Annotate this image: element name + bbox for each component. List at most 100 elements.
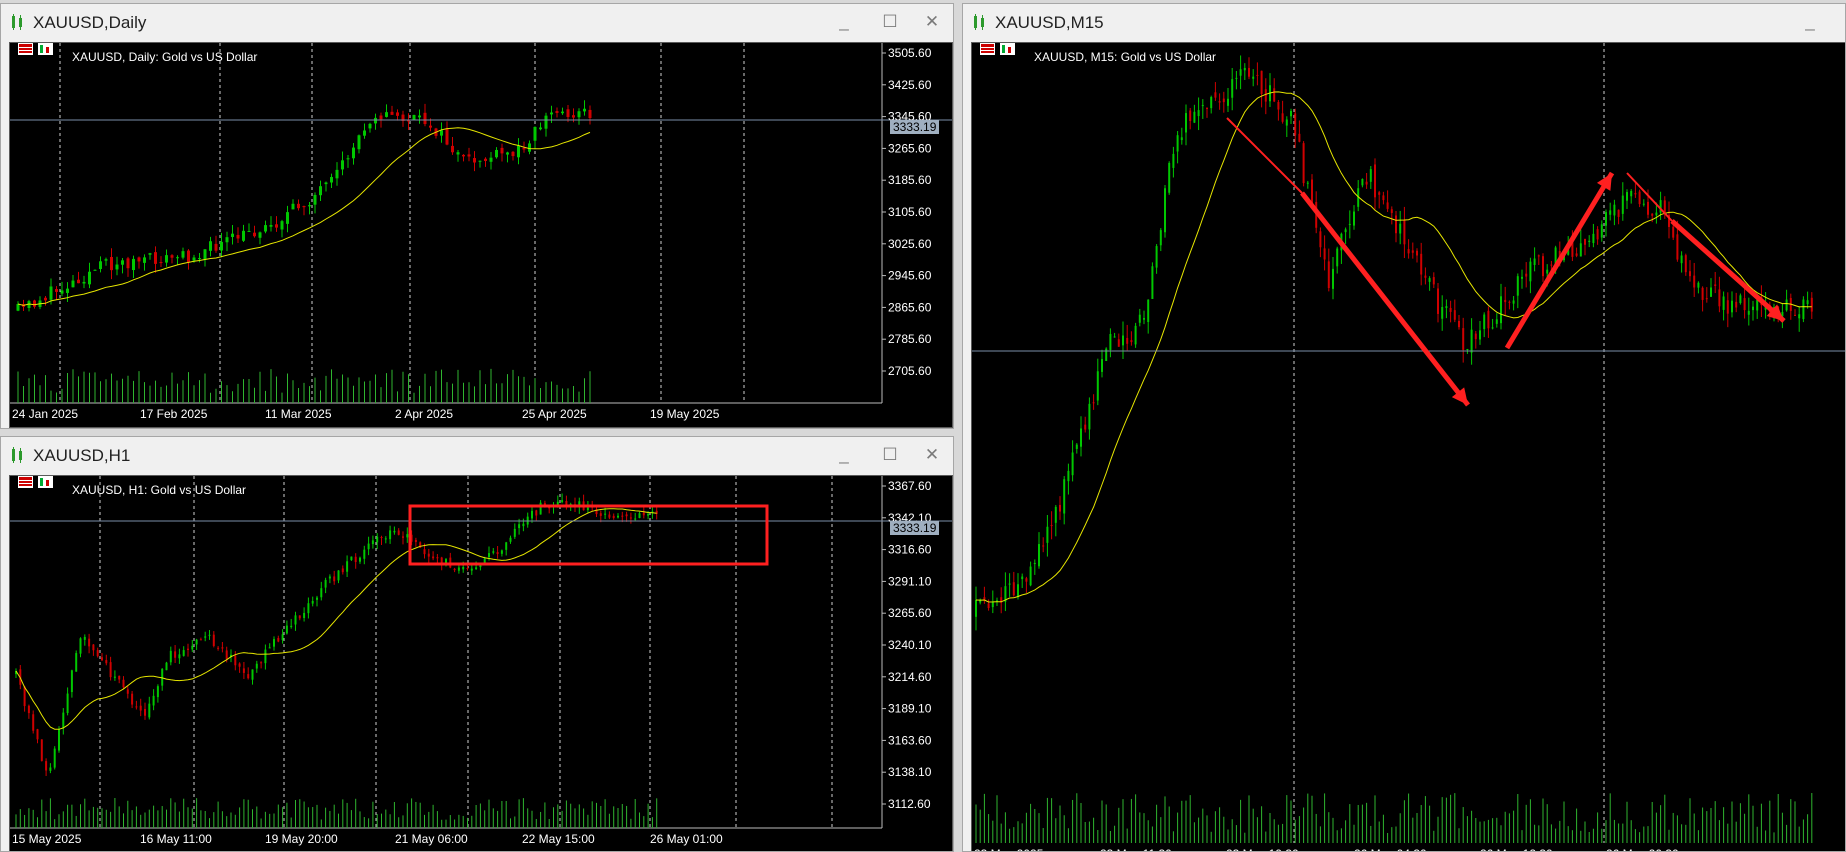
candle-body [1537,255,1540,257]
chart-settings-icon[interactable] [38,43,53,55]
candle-body [277,638,280,642]
window-titlebar[interactable]: XAUUSD,H1 _ ☐ ✕ [1,437,953,473]
candle-body [1038,544,1040,567]
candle-body [414,539,417,543]
time-axis-label: 2 Apr 2025 [395,407,453,421]
candle-body [1491,327,1494,329]
candle-body [983,597,986,600]
candle-body [492,551,495,553]
candle-body [1651,213,1654,216]
window-daily[interactable]: XAUUSD,Daily _ ☐ ✕ 3505.60 3425.60 3345.60… [0,3,954,429]
candle-body [1067,470,1070,482]
candle-body [1605,212,1607,226]
chart-list-icon[interactable] [18,476,33,488]
candle-body [1395,215,1397,234]
window-h1[interactable]: XAUUSD,H1 _ ☐ ✕ 3367.60 3342.10 3316.60 329… [0,436,954,852]
candle-body [1290,110,1292,117]
candle-body [165,662,168,671]
candle-body [1512,300,1515,304]
candle-body [1172,153,1175,168]
candle-body [1508,301,1511,303]
chart-canvas: 23 May 2025 23 May 11:30 23 May 19:30 26 Ma… [972,43,1845,851]
candle-body [1353,211,1355,226]
candle-body [528,143,531,152]
candle-body [359,557,361,562]
candle-body [49,767,52,771]
candle-body [354,556,357,563]
time-axis-label: 16 May 11:00 [140,832,212,846]
candle-body [242,230,245,241]
price-axis-label: 2785.60 [888,332,932,346]
candle-body [586,507,589,510]
candle-body [1785,299,1788,311]
candle-body [135,706,138,708]
candle-body [170,255,174,258]
moving-average-line [975,91,1812,603]
candle-body [484,158,487,162]
candle-body [427,553,430,557]
candle-body [462,154,465,157]
close-button[interactable]: ✕ [917,10,947,34]
candle-body [1458,320,1460,328]
candle-body [330,177,333,183]
minimize-button[interactable]: _ [1795,10,1825,34]
candle-body [77,279,80,284]
arrow-shaft [1300,191,1470,407]
price-axis-label: 3265.60 [888,141,932,155]
candle-body [341,568,344,573]
maximize-button[interactable]: ☐ [875,443,905,467]
candle-body [429,125,432,128]
candle-body [1151,266,1154,299]
candle-body [221,647,224,649]
candle-body [1630,191,1633,197]
chart-settings-icon[interactable] [1000,43,1015,55]
candle-body [432,556,435,559]
price-chart-h1[interactable]: 3367.60 3342.10 3316.60 3291.10 3265.60 3240.… [9,475,953,851]
candle-body [1600,224,1603,238]
candle-body [32,714,35,731]
window-titlebar[interactable]: XAUUSD,M15 _ [963,4,1845,40]
candle-body [371,540,374,545]
candle-body [1180,137,1183,141]
minimize-button[interactable]: _ [829,443,859,467]
candle-body [143,257,146,263]
candle-body [75,653,78,672]
chart-settings-icon[interactable] [38,476,53,488]
maximize-button[interactable]: ☐ [875,10,905,34]
candle-body [307,603,310,614]
candle-body [328,576,331,579]
price-chart-m15[interactable]: 23 May 2025 23 May 11:30 23 May 19:30 26 Ma… [971,42,1845,851]
chart-canvas: 3367.603342.103316.603291.103265.603240.… [10,476,952,846]
window-title: XAUUSD,Daily [33,13,147,32]
chart-symbol-label: XAUUSD, H1: Gold vs US Dollar [72,483,247,497]
price-chart-daily[interactable]: 3505.60 3425.60 3345.60 3265.60 3185.60 3105.… [9,42,953,428]
window-titlebar[interactable]: XAUUSD,Daily _ ☐ ✕ [1,4,953,40]
candle-body [1348,223,1351,225]
candle-body [156,686,159,698]
price-axis-label: 3240.10 [888,638,932,652]
candle-body [466,568,469,570]
candle-body [148,253,152,255]
candle-body [1584,238,1586,245]
candle-body [1281,113,1284,122]
candle-body [1382,195,1385,201]
candle-body [302,206,306,208]
candle-body [1399,223,1402,234]
candle-body [1059,504,1061,512]
minimize-button[interactable]: _ [829,10,859,34]
close-button[interactable]: ✕ [917,443,947,467]
candle-body [101,657,103,661]
candle-body [286,212,289,224]
time-axis-label: 22 May 15:00 [522,832,595,846]
candle-body [1806,300,1809,305]
candle-body [473,158,476,163]
window-m15[interactable]: XAUUSD,M15 _ 23 May 202523 May 11:3023 M… [962,3,1846,852]
candle-body [176,257,179,259]
candle-body [1689,271,1691,277]
chart-list-icon[interactable] [980,43,995,55]
candle-body [290,625,293,627]
candle-body [987,603,990,609]
candle-body [418,115,421,118]
chart-list-icon[interactable] [18,43,33,55]
candle-body [390,111,394,115]
